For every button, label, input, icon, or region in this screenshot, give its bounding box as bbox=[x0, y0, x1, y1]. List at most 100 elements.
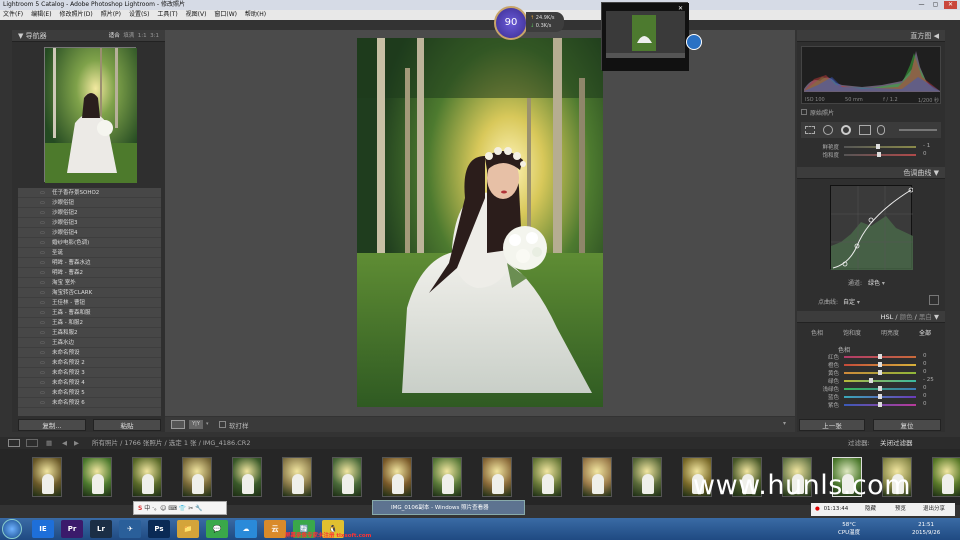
preset-item[interactable]: 未命名预设 2 bbox=[18, 358, 161, 368]
tone-curve-header[interactable]: 色调曲线 ▼ bbox=[797, 167, 945, 179]
filmstrip-thumbnail[interactable] bbox=[932, 457, 960, 497]
filmstrip-thumbnail[interactable] bbox=[82, 457, 112, 497]
menu-develop[interactable]: 修改照片(D) bbox=[56, 10, 95, 20]
softproof-checkbox[interactable] bbox=[219, 421, 226, 428]
before-after-icon[interactable]: Y|Y bbox=[189, 420, 203, 429]
taskbar-app-icon[interactable]: ✈ bbox=[119, 520, 141, 538]
hsl-knob[interactable] bbox=[878, 394, 882, 399]
ime-toolbar[interactable]: S 中 ·。☺ ⌨ 👕 ✂ 🔧 bbox=[133, 501, 227, 515]
filmstrip-thumbnail[interactable] bbox=[582, 457, 612, 497]
saturation-row[interactable]: 饱和度 0 bbox=[801, 151, 941, 159]
preset-item[interactable]: 明眸 - 曹森2 bbox=[18, 268, 161, 278]
tab-bw[interactable]: 黑白 bbox=[919, 313, 932, 321]
filmstrip-thumbnail[interactable] bbox=[532, 457, 562, 497]
graduated-filter-icon[interactable] bbox=[859, 125, 871, 135]
spot-removal-icon[interactable] bbox=[823, 125, 833, 135]
hsl-row[interactable]: 紫色 0 bbox=[801, 401, 941, 409]
navigator-preview[interactable] bbox=[44, 47, 137, 183]
subtab-all[interactable]: 全部 bbox=[919, 328, 931, 337]
preset-item[interactable]: 王森水边 bbox=[18, 338, 161, 348]
back-arrow-icon[interactable]: ◀ bbox=[62, 437, 67, 449]
preset-item[interactable]: 淘宝转否CLARK bbox=[18, 288, 161, 298]
thumbnail-preview-popup[interactable]: ✕ bbox=[601, 2, 689, 71]
subtab-luminance[interactable]: 明亮度 bbox=[881, 328, 899, 337]
hsl-row[interactable]: 橙色 0 bbox=[801, 361, 941, 369]
close-button[interactable]: ✕ bbox=[944, 1, 957, 9]
channel-select[interactable]: 通道: 绿色 ▾ bbox=[848, 278, 885, 287]
hsl-row[interactable]: 红色 0 bbox=[801, 353, 941, 361]
hsl-knob[interactable] bbox=[868, 378, 873, 383]
preset-item[interactable]: 圣诞 bbox=[18, 248, 161, 258]
rec-hide-button[interactable]: 隐藏 bbox=[865, 503, 876, 516]
curve-edit-icon[interactable] bbox=[929, 295, 939, 305]
crop-tool-icon[interactable] bbox=[805, 126, 815, 134]
taskbar-app-icon[interactable]: Ps bbox=[148, 520, 170, 538]
point-curve-select[interactable]: 点曲线: 自定 ▾ bbox=[818, 297, 860, 306]
hsl-knob[interactable] bbox=[878, 354, 882, 359]
paste-button[interactable]: 粘贴 bbox=[93, 419, 161, 431]
rec-preview-button[interactable]: 预览 bbox=[895, 503, 906, 516]
preset-item[interactable]: 任子香存景SOHO2 bbox=[18, 188, 161, 198]
nav-mode-1to1[interactable]: 1:1 bbox=[138, 33, 147, 39]
menu-help[interactable]: 帮助(H) bbox=[242, 10, 269, 20]
preset-item[interactable]: 王佳林 - 曹钮 bbox=[18, 298, 161, 308]
taskbar-app-icon[interactable]: Pr bbox=[61, 520, 83, 538]
preset-item[interactable]: 沙眼俗钮 bbox=[18, 198, 161, 208]
navigator-header[interactable]: ▼ 导航器 适合 填满 1:1 3:1 bbox=[12, 30, 165, 42]
preset-item[interactable]: 沙眼俗钮3 bbox=[18, 218, 161, 228]
preset-item[interactable]: 王森和服2 bbox=[18, 328, 161, 338]
filmstrip-thumbnail[interactable] bbox=[232, 457, 262, 497]
histogram-header[interactable]: 直方图 ◀ bbox=[797, 30, 945, 42]
tone-curve-graph[interactable] bbox=[830, 185, 914, 270]
maximize-button[interactable]: ▢ bbox=[929, 1, 942, 9]
tab-hsl[interactable]: HSL bbox=[881, 313, 894, 321]
preset-item[interactable]: 王森 - 和服2 bbox=[18, 318, 161, 328]
hsl-row[interactable]: 黄色 0 bbox=[801, 369, 941, 377]
menu-file[interactable]: 文件(F) bbox=[0, 10, 26, 20]
preset-item[interactable]: 沙眼俗钮2 bbox=[18, 208, 161, 218]
original-photo-row[interactable]: 原始照片 bbox=[801, 108, 834, 117]
menu-edit[interactable]: 编辑(E) bbox=[28, 10, 54, 20]
filmstrip-thumbnail[interactable] bbox=[182, 457, 212, 497]
preset-item[interactable]: 未命名预设 5 bbox=[18, 388, 161, 398]
monitor1-icon[interactable] bbox=[8, 439, 20, 447]
filmstrip-thumbnail[interactable] bbox=[132, 457, 162, 497]
filmstrip-thumbnail[interactable] bbox=[32, 457, 62, 497]
preset-item[interactable]: 婚纱电影(色调) bbox=[18, 238, 161, 248]
preset-item[interactable]: 淘宝 室外 bbox=[18, 278, 161, 288]
preset-item[interactable]: 王森 - 曹森和服 bbox=[18, 308, 161, 318]
hsl-knob[interactable] bbox=[878, 386, 882, 391]
brush-slider[interactable] bbox=[899, 129, 937, 131]
preset-item[interactable]: 明眸 - 曹森水边 bbox=[18, 258, 161, 268]
network-gauge[interactable]: 90 bbox=[494, 6, 528, 40]
filmstrip-thumbnail[interactable] bbox=[482, 457, 512, 497]
radial-filter-icon[interactable] bbox=[877, 125, 885, 135]
main-photo[interactable] bbox=[357, 38, 603, 407]
previous-button[interactable]: 上一张 bbox=[799, 419, 865, 431]
filmstrip-path[interactable]: 所有照片 / 1766 张照片 / 选定 1 张 / IMG_4186.CR2 bbox=[92, 437, 250, 449]
hsl-knob[interactable] bbox=[878, 370, 882, 375]
menu-view[interactable]: 视图(V) bbox=[183, 10, 210, 20]
hsl-row[interactable]: 绿色 - 25 bbox=[801, 377, 941, 385]
nav-mode-fill[interactable]: 填满 bbox=[123, 33, 134, 39]
filmstrip-thumbnail[interactable] bbox=[632, 457, 662, 497]
taskbar-app-icon[interactable]: 💬 bbox=[206, 520, 228, 538]
copy-button[interactable]: 复制... bbox=[18, 419, 86, 431]
menu-settings[interactable]: 设置(S) bbox=[126, 10, 153, 20]
hsl-track[interactable] bbox=[844, 380, 916, 382]
hsl-row[interactable]: 浅绿色 0 bbox=[801, 385, 941, 393]
tab-color[interactable]: 颜色 bbox=[900, 313, 913, 321]
preset-item[interactable]: 未命名预设 4 bbox=[18, 378, 161, 388]
subtab-saturation[interactable]: 饱和度 bbox=[843, 328, 861, 337]
forward-arrow-icon[interactable]: ▶ bbox=[74, 437, 79, 449]
preset-item[interactable]: 未命名预设 6 bbox=[18, 398, 161, 408]
nav-mode-3to1[interactable]: 3:1 bbox=[150, 33, 159, 39]
rec-exit-button[interactable]: 退出分享 bbox=[923, 503, 945, 516]
taskbar-app-icon[interactable]: Lr bbox=[90, 520, 112, 538]
redeye-icon[interactable] bbox=[841, 125, 851, 135]
monitor2-icon[interactable] bbox=[26, 439, 38, 447]
filmstrip-thumbnail[interactable] bbox=[332, 457, 362, 497]
subtab-hue[interactable]: 色相 bbox=[811, 328, 823, 337]
hsl-knob[interactable] bbox=[878, 402, 882, 407]
floating-app-icon[interactable] bbox=[686, 34, 702, 50]
